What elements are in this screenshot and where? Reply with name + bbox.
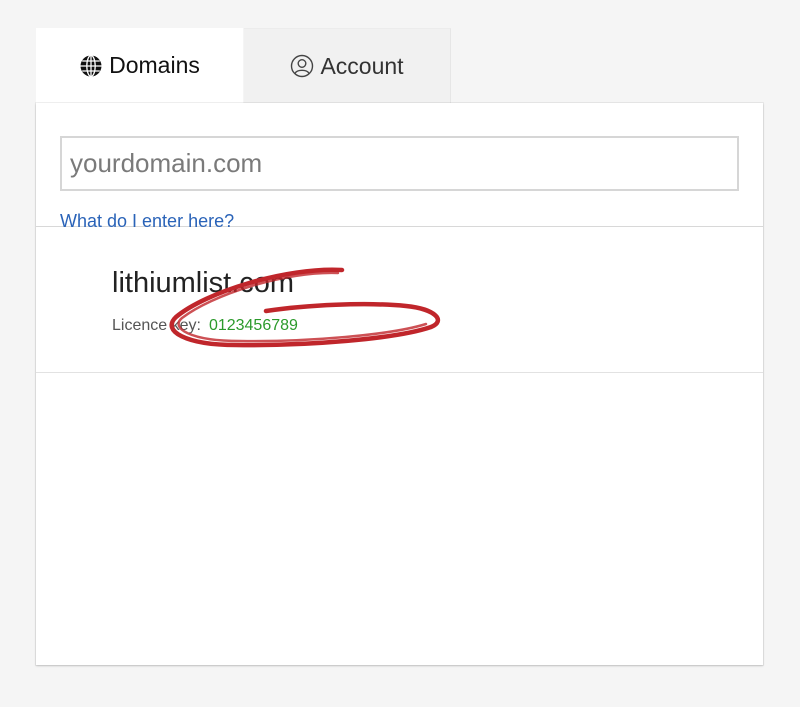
- tab-account[interactable]: Account: [244, 28, 451, 103]
- licence-line: Licence key: 0123456789: [112, 317, 298, 335]
- domain-list-item: lithiumlist.com Licence key: 0123456789: [36, 227, 763, 373]
- licence-label: Licence key:: [112, 317, 201, 334]
- domain-search-area: What do I enter here?: [36, 103, 763, 231]
- licence-key: 0123456789: [208, 317, 298, 334]
- domains-panel: What do I enter here? lithiumlist.com Li…: [36, 103, 763, 665]
- domain-input[interactable]: [60, 136, 739, 191]
- user-circle-icon: [290, 54, 314, 78]
- globe-icon: [79, 54, 103, 78]
- tab-domains[interactable]: Domains: [36, 28, 243, 103]
- tab-bar: Domains Account: [36, 28, 763, 103]
- tab-domains-label: Domains: [109, 52, 200, 78]
- tab-account-label: Account: [320, 52, 404, 79]
- app-container: Domains Account What do I enter here? li…: [36, 28, 763, 665]
- domain-name: lithiumlist.com: [112, 267, 295, 299]
